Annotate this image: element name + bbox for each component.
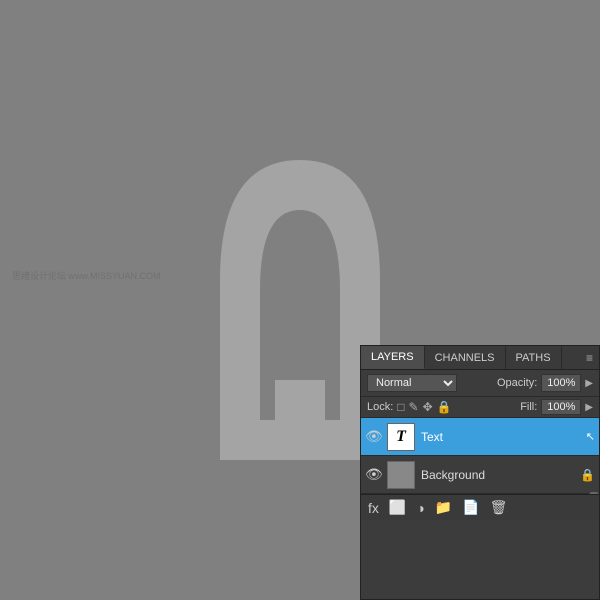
mask-button[interactable]: ⬜ — [386, 499, 409, 516]
tab-layers[interactable]: LAYERS — [361, 346, 425, 369]
blend-mode-row: Normal Dissolve Multiply Screen Overlay … — [361, 370, 599, 396]
lock-icon-move[interactable]: ✥ — [423, 400, 433, 414]
fill-label: Fill: — [520, 401, 537, 413]
delete-layer-button[interactable]: 🗑 — [487, 499, 511, 516]
group-button[interactable]: 📁 — [432, 499, 455, 516]
layer-name-text: Text — [421, 430, 580, 444]
watermark-text: 思绪设计论坛 www.MISSYUAN.COM — [12, 270, 161, 283]
lock-icon-brush[interactable]: ✎ — [409, 400, 419, 414]
lock-icon-dotted[interactable]: □ — [397, 400, 404, 414]
opacity-arrow[interactable]: ▶ — [585, 378, 593, 389]
opacity-input[interactable] — [541, 374, 581, 392]
lock-icon-all[interactable]: 🔒 — [437, 400, 452, 414]
layer-item-background[interactable]: 👁 Background 🔒 — [361, 456, 599, 494]
layers-panel: LAYERS CHANNELS PATHS ≡ Normal Dissolve … — [360, 345, 600, 600]
layer-eye-background[interactable]: 👁 — [365, 466, 381, 483]
cursor-icon: ↖ — [586, 430, 595, 443]
lock-row: Lock: □ ✎ ✥ 🔒 Fill: ▶ — [361, 396, 599, 418]
panel-toolbar: fx ⬜ ◑ 📁 📄 🗑 — [361, 494, 599, 520]
layer-lock-background: 🔒 — [580, 468, 595, 482]
fx-button[interactable]: fx — [365, 500, 382, 516]
panel-menu-icon[interactable]: ≡ — [580, 351, 599, 365]
fill-arrow[interactable]: ▶ — [585, 402, 593, 413]
fill-input[interactable] — [541, 399, 581, 415]
scrollbar-thumb[interactable] — [589, 492, 599, 494]
layer-thumbnail-text: T — [387, 423, 415, 451]
new-layer-button[interactable]: 📄 — [459, 499, 482, 516]
blend-mode-select[interactable]: Normal Dissolve Multiply Screen Overlay — [367, 374, 457, 392]
layers-list: 👁 T Text ↖ 👁 Background 🔒 — [361, 418, 599, 494]
adjustment-button[interactable]: ◑ — [413, 500, 427, 516]
opacity-label: Opacity: — [497, 377, 537, 389]
tab-channels[interactable]: CHANNELS — [425, 346, 506, 369]
layer-item-text[interactable]: 👁 T Text ↖ — [361, 418, 599, 456]
tab-paths[interactable]: PATHS — [506, 346, 562, 369]
layer-thumbnail-background — [387, 461, 415, 489]
lock-label: Lock: — [367, 401, 393, 413]
panel-tabs-row: LAYERS CHANNELS PATHS ≡ — [361, 346, 599, 370]
layer-name-background: Background — [421, 468, 574, 482]
layer-eye-text[interactable]: 👁 — [365, 428, 381, 445]
